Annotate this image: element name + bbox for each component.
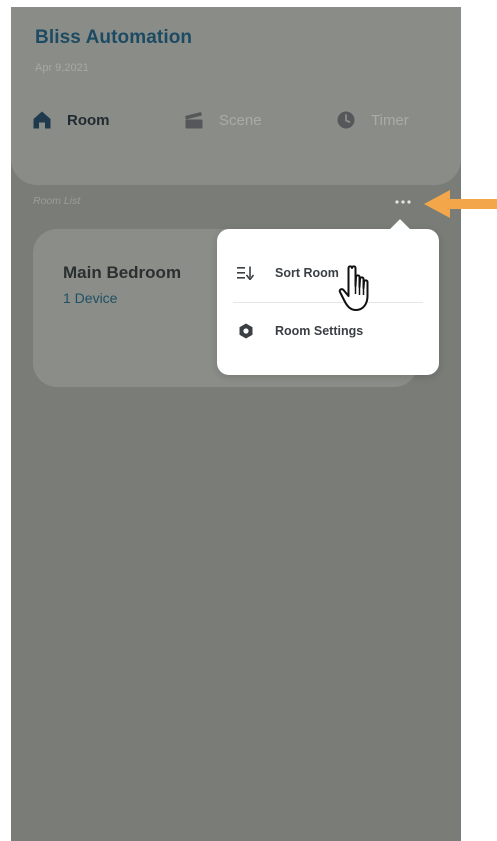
tab-timer[interactable]: Timer — [335, 107, 409, 133]
hexagon-settings-icon — [237, 322, 255, 340]
menu-item-sort-room-label: Sort Room — [275, 266, 339, 280]
sort-icon — [237, 264, 255, 282]
app-date: Apr 9,2021 — [35, 62, 89, 74]
home-icon — [31, 109, 53, 131]
tab-room-label: Room — [67, 111, 110, 129]
annotation-arrow-icon — [424, 186, 497, 222]
room-name: Main Bedroom — [63, 263, 182, 282]
more-dots-icon — [395, 191, 411, 209]
tab-bar: Room Scene Timer — [11, 107, 461, 133]
tab-timer-label: Timer — [371, 111, 409, 129]
menu-item-sort-room[interactable]: Sort Room — [217, 255, 439, 291]
app-screen: Bliss Automation Apr 9,2021 Room Scene T… — [11, 7, 461, 841]
tab-room[interactable]: Room — [31, 107, 110, 133]
app-title: Bliss Automation — [35, 27, 193, 48]
hand-cursor-icon — [338, 264, 378, 316]
room-device-count: 1 Device — [63, 290, 118, 306]
tab-scene[interactable]: Scene — [183, 107, 262, 133]
menu-item-room-settings[interactable]: Room Settings — [217, 313, 439, 349]
clock-icon — [335, 109, 357, 131]
tab-scene-label: Scene — [219, 111, 262, 129]
menu-divider — [233, 302, 423, 303]
popup-caret — [390, 219, 410, 239]
menu-item-room-settings-label: Room Settings — [275, 324, 364, 338]
clapperboard-icon — [183, 109, 205, 131]
room-options-popup: Sort Room Room Settings — [217, 219, 439, 375]
room-list-label: Room List — [33, 195, 81, 207]
more-options-button[interactable] — [391, 189, 415, 211]
header-card: Bliss Automation Apr 9,2021 Room Scene T… — [11, 7, 461, 185]
